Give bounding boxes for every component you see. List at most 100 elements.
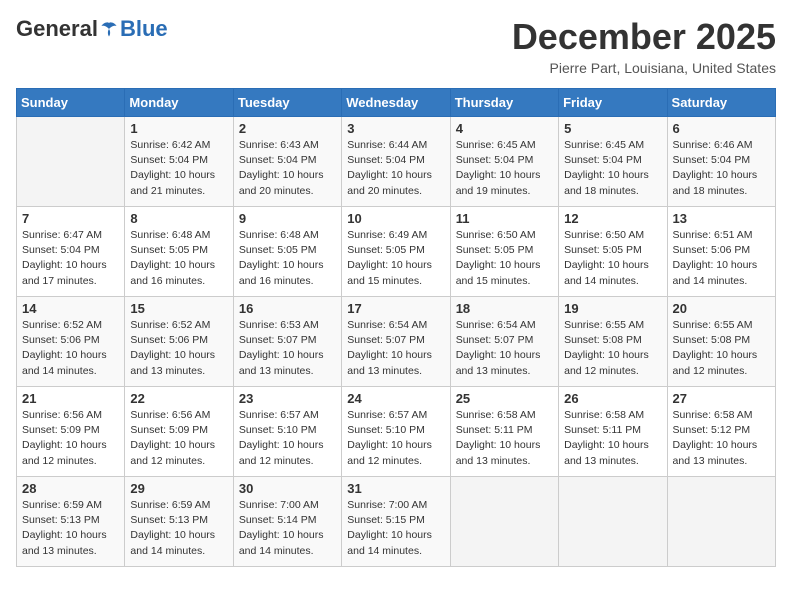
day-info: Sunrise: 6:52 AMSunset: 5:06 PMDaylight:… — [130, 318, 227, 379]
day-number: 27 — [673, 391, 770, 406]
logo: General Blue — [16, 16, 168, 42]
day-info: Sunrise: 6:45 AMSunset: 5:04 PMDaylight:… — [456, 138, 553, 199]
day-info: Sunrise: 6:47 AMSunset: 5:04 PMDaylight:… — [22, 228, 119, 289]
day-number: 11 — [456, 211, 553, 226]
calendar-cell: 1 Sunrise: 6:42 AMSunset: 5:04 PMDaylight… — [125, 117, 233, 207]
day-info: Sunrise: 6:45 AMSunset: 5:04 PMDaylight:… — [564, 138, 661, 199]
day-number: 3 — [347, 121, 444, 136]
day-number: 19 — [564, 301, 661, 316]
page-header: General Blue December 2025 Pierre Part, … — [16, 16, 776, 76]
day-info: Sunrise: 6:54 AMSunset: 5:07 PMDaylight:… — [347, 318, 444, 379]
weekday-header: Sunday — [17, 89, 125, 117]
day-number: 21 — [22, 391, 119, 406]
day-info: Sunrise: 6:58 AMSunset: 5:11 PMDaylight:… — [564, 408, 661, 469]
calendar-cell: 11 Sunrise: 6:50 AMSunset: 5:05 PMDayligh… — [450, 207, 558, 297]
calendar-week-row: 14 Sunrise: 6:52 AMSunset: 5:06 PMDayligh… — [17, 297, 776, 387]
calendar-cell: 18 Sunrise: 6:54 AMSunset: 5:07 PMDayligh… — [450, 297, 558, 387]
day-number: 28 — [22, 481, 119, 496]
day-number: 18 — [456, 301, 553, 316]
logo-bird-icon — [100, 20, 118, 38]
calendar-cell: 16Sunrise: 6:53 AMSunset: 5:07 PMDayligh… — [233, 297, 341, 387]
day-info: Sunrise: 6:42 AMSunset: 5:04 PMDaylight:… — [130, 138, 227, 199]
day-info: Sunrise: 6:57 AMSunset: 5:10 PMDaylight:… — [239, 408, 336, 469]
day-number: 26 — [564, 391, 661, 406]
weekday-header-row: SundayMondayTuesdayWednesdayThursdayFrid… — [17, 89, 776, 117]
calendar-cell: 4 Sunrise: 6:45 AMSunset: 5:04 PMDaylight… — [450, 117, 558, 207]
day-number: 2 — [239, 121, 336, 136]
location-text: Pierre Part, Louisiana, United States — [512, 60, 776, 76]
day-info: Sunrise: 6:55 AMSunset: 5:08 PMDaylight:… — [673, 318, 770, 379]
day-info: Sunrise: 6:51 AMSunset: 5:06 PMDaylight:… — [673, 228, 770, 289]
weekday-header: Tuesday — [233, 89, 341, 117]
calendar-cell: 2 Sunrise: 6:43 AMSunset: 5:04 PMDaylight… — [233, 117, 341, 207]
weekday-header: Wednesday — [342, 89, 450, 117]
day-number: 20 — [673, 301, 770, 316]
calendar-cell — [450, 477, 558, 567]
day-info: Sunrise: 6:59 AMSunset: 5:13 PMDaylight:… — [22, 498, 119, 559]
day-number: 23 — [239, 391, 336, 406]
calendar-cell: 26 Sunrise: 6:58 AMSunset: 5:11 PMDayligh… — [559, 387, 667, 477]
day-info: Sunrise: 6:43 AMSunset: 5:04 PMDaylight:… — [239, 138, 336, 199]
calendar-cell: 22 Sunrise: 6:56 AMSunset: 5:09 PMDayligh… — [125, 387, 233, 477]
day-info: Sunrise: 6:48 AMSunset: 5:05 PMDaylight:… — [239, 228, 336, 289]
day-info: Sunrise: 6:56 AMSunset: 5:09 PMDaylight:… — [22, 408, 119, 469]
calendar-cell: 17 Sunrise: 6:54 AMSunset: 5:07 PMDayligh… — [342, 297, 450, 387]
day-info: Sunrise: 6:52 AMSunset: 5:06 PMDaylight:… — [22, 318, 119, 379]
day-info: Sunrise: 6:55 AMSunset: 5:08 PMDaylight:… — [564, 318, 661, 379]
calendar-cell: 19 Sunrise: 6:55 AMSunset: 5:08 PMDayligh… — [559, 297, 667, 387]
weekday-header: Thursday — [450, 89, 558, 117]
calendar-cell: 25Sunrise: 6:58 AMSunset: 5:11 PMDayligh… — [450, 387, 558, 477]
day-info: Sunrise: 6:50 AMSunset: 5:05 PMDaylight:… — [564, 228, 661, 289]
day-number: 4 — [456, 121, 553, 136]
day-info: Sunrise: 6:57 AMSunset: 5:10 PMDaylight:… — [347, 408, 444, 469]
calendar-cell: 3Sunrise: 6:44 AMSunset: 5:04 PMDaylight… — [342, 117, 450, 207]
weekday-header: Monday — [125, 89, 233, 117]
calendar-cell: 15 Sunrise: 6:52 AMSunset: 5:06 PMDayligh… — [125, 297, 233, 387]
calendar-cell: 28 Sunrise: 6:59 AMSunset: 5:13 PMDayligh… — [17, 477, 125, 567]
day-info: Sunrise: 6:50 AMSunset: 5:05 PMDaylight:… — [456, 228, 553, 289]
title-block: December 2025 Pierre Part, Louisiana, Un… — [512, 16, 776, 76]
calendar-cell: 24 Sunrise: 6:57 AMSunset: 5:10 PMDayligh… — [342, 387, 450, 477]
day-number: 12 — [564, 211, 661, 226]
calendar-cell: 7 Sunrise: 6:47 AMSunset: 5:04 PMDaylight… — [17, 207, 125, 297]
day-number: 10 — [347, 211, 444, 226]
calendar-week-row: 1 Sunrise: 6:42 AMSunset: 5:04 PMDaylight… — [17, 117, 776, 207]
day-number: 15 — [130, 301, 227, 316]
day-info: Sunrise: 6:48 AMSunset: 5:05 PMDaylight:… — [130, 228, 227, 289]
day-number: 1 — [130, 121, 227, 136]
calendar-week-row: 21 Sunrise: 6:56 AMSunset: 5:09 PMDayligh… — [17, 387, 776, 477]
day-number: 13 — [673, 211, 770, 226]
calendar-cell — [667, 477, 775, 567]
calendar-cell: 12 Sunrise: 6:50 AMSunset: 5:05 PMDayligh… — [559, 207, 667, 297]
day-number: 22 — [130, 391, 227, 406]
calendar-cell: 6Sunrise: 6:46 AMSunset: 5:04 PMDaylight… — [667, 117, 775, 207]
calendar-cell: 30Sunrise: 7:00 AMSunset: 5:14 PMDayligh… — [233, 477, 341, 567]
day-number: 25 — [456, 391, 553, 406]
day-info: Sunrise: 6:49 AMSunset: 5:05 PMDaylight:… — [347, 228, 444, 289]
calendar-cell: 9 Sunrise: 6:48 AMSunset: 5:05 PMDaylight… — [233, 207, 341, 297]
day-number: 24 — [347, 391, 444, 406]
calendar-week-row: 7 Sunrise: 6:47 AMSunset: 5:04 PMDaylight… — [17, 207, 776, 297]
day-number: 14 — [22, 301, 119, 316]
logo-general-text: General — [16, 16, 98, 42]
calendar-cell: 21 Sunrise: 6:56 AMSunset: 5:09 PMDayligh… — [17, 387, 125, 477]
day-number: 9 — [239, 211, 336, 226]
calendar-table: SundayMondayTuesdayWednesdayThursdayFrid… — [16, 88, 776, 567]
day-number: 31 — [347, 481, 444, 496]
calendar-cell: 8Sunrise: 6:48 AMSunset: 5:05 PMDaylight… — [125, 207, 233, 297]
day-info: Sunrise: 6:54 AMSunset: 5:07 PMDaylight:… — [456, 318, 553, 379]
calendar-cell: 20 Sunrise: 6:55 AMSunset: 5:08 PMDayligh… — [667, 297, 775, 387]
day-number: 6 — [673, 121, 770, 136]
day-number: 7 — [22, 211, 119, 226]
weekday-header: Friday — [559, 89, 667, 117]
day-number: 17 — [347, 301, 444, 316]
day-info: Sunrise: 6:59 AMSunset: 5:13 PMDaylight:… — [130, 498, 227, 559]
calendar-cell — [559, 477, 667, 567]
calendar-week-row: 28 Sunrise: 6:59 AMSunset: 5:13 PMDayligh… — [17, 477, 776, 567]
day-number: 29 — [130, 481, 227, 496]
calendar-cell: 23 Sunrise: 6:57 AMSunset: 5:10 PMDayligh… — [233, 387, 341, 477]
calendar-cell: 10 Sunrise: 6:49 AMSunset: 5:05 PMDayligh… — [342, 207, 450, 297]
weekday-header: Saturday — [667, 89, 775, 117]
calendar-cell: 29 Sunrise: 6:59 AMSunset: 5:13 PMDayligh… — [125, 477, 233, 567]
day-info: Sunrise: 6:56 AMSunset: 5:09 PMDaylight:… — [130, 408, 227, 469]
